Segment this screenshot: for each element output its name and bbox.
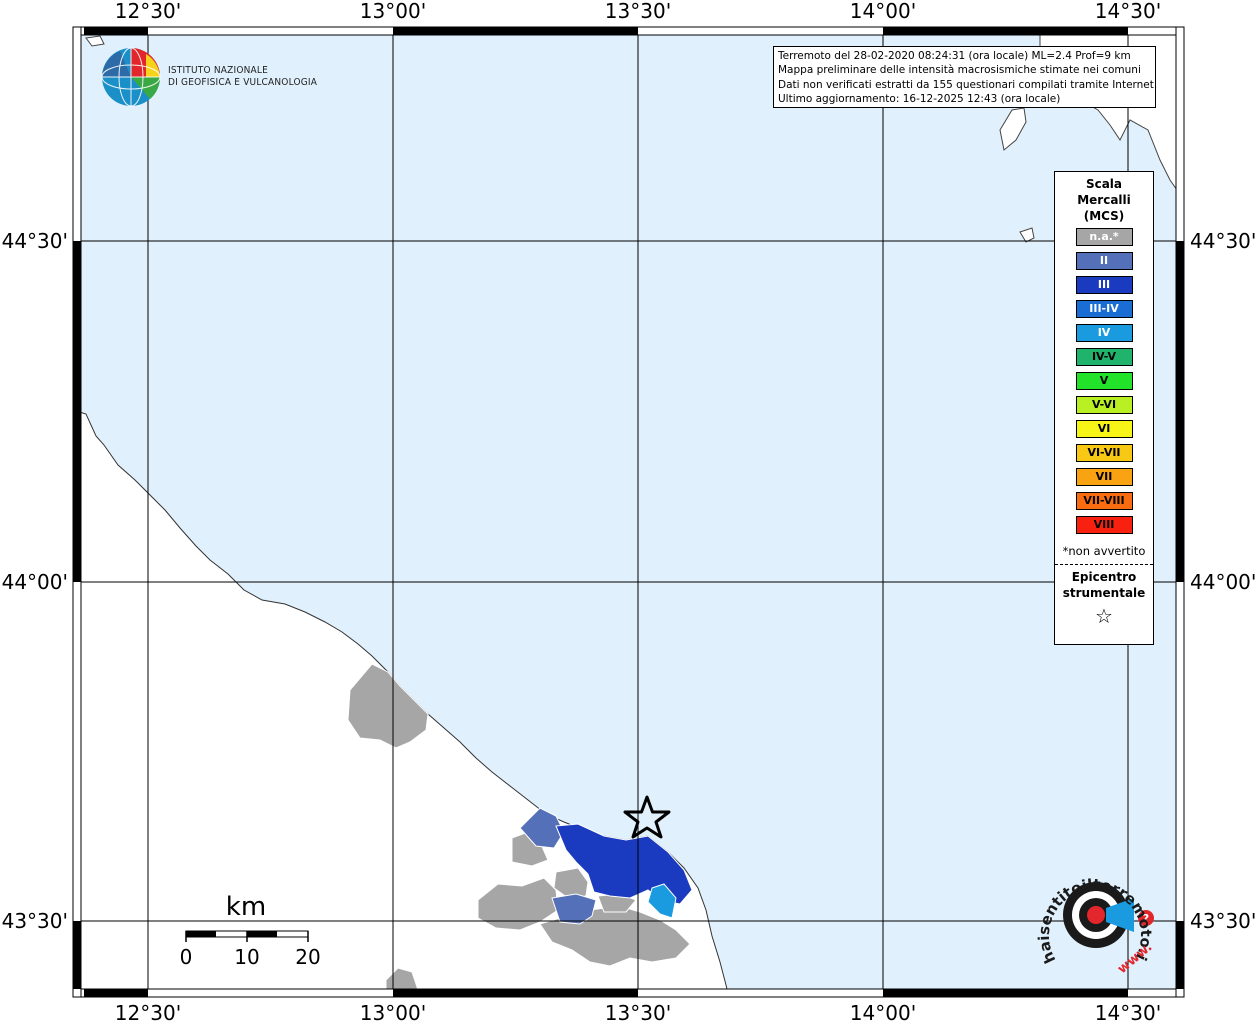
lat-label: 43°30' [2, 909, 68, 933]
haisentito-badge: ? haisentitoilterremoto.it www. [1030, 852, 1155, 977]
legend-item-n-a: n.a.* [1075, 228, 1133, 246]
lon-label: 13°00' [360, 1001, 426, 1024]
lon-labels-top: 12°30' 13°00' 13°30' 14°00' 14°30' [115, 0, 1161, 23]
legend-title: Scala Mercalli (MCS) [1055, 176, 1153, 224]
legend-epicenter-line: strumentale [1062, 586, 1146, 600]
lon-label: 14°30' [1095, 0, 1161, 23]
legend-item-vii: VII [1075, 468, 1133, 486]
scale-label: 20 [295, 945, 320, 969]
legend-separator [1055, 564, 1153, 565]
lat-label: 44°00' [1190, 570, 1256, 594]
legend-star-icon: ☆ [1095, 604, 1113, 628]
lon-labels-bottom: 12°30' 13°00' 13°30' 14°00' 14°30' [115, 1001, 1161, 1024]
legend-item-vi-vii: VI-VII [1075, 444, 1133, 462]
event-info-line: Ultimo aggiornamento: 16-12-2025 12:43 (… [778, 93, 1061, 106]
legend-item-v: V [1075, 372, 1133, 390]
mcs-legend: Scala Mercalli (MCS) n.a.* II III III-IV IV I… [1054, 171, 1154, 645]
legend-epicenter-title: Epicentro strumentale [1055, 569, 1153, 601]
legend-epicenter-line: Epicentro [1071, 570, 1137, 584]
lon-label: 14°00' [850, 1001, 916, 1024]
legend-na-note: *non avvertito [1062, 544, 1146, 558]
scale-unit: km [226, 892, 266, 922]
lat-labels-right: 44°30' 44°00' 43°30' [1190, 229, 1256, 933]
ingv-line-1: ISTITUTO NAZIONALE [168, 65, 268, 76]
lat-label: 44°30' [1190, 229, 1256, 253]
lat-label: 43°30' [1190, 909, 1256, 933]
lon-label: 13°30' [605, 1001, 671, 1024]
lat-label: 44°00' [2, 570, 68, 594]
event-info-line: Dati non verificati estratti da 155 ques… [778, 78, 1158, 91]
event-info-line: Terremoto del 28-02-2020 08:24:31 (ora l… [778, 50, 1131, 62]
scale-label: 0 [180, 945, 193, 969]
legend-item-vii-viii: VII-VIII [1075, 492, 1133, 510]
legend-title-line: Mercalli [1077, 193, 1131, 207]
lon-label: 12°30' [115, 0, 181, 23]
legend-item-v-vi: V-VI [1075, 396, 1133, 414]
legend-item-viii: VIII [1075, 516, 1133, 534]
lon-label: 13°00' [360, 0, 426, 23]
lon-label: 13°30' [605, 0, 671, 23]
ingv-line-2: DI GEOFISICA E VULCANOLOGIA [168, 77, 318, 88]
ingv-logo: ISTITUTO NAZIONALE DI GEOFISICA E VULCAN… [100, 46, 317, 108]
event-info-line: Mappa preliminare delle intensità macros… [778, 64, 1141, 77]
lon-label: 14°30' [1095, 1001, 1161, 1024]
legend-item-iv: IV [1075, 324, 1133, 342]
scale-label: 10 [234, 945, 259, 969]
ingv-globe-icon [101, 47, 161, 107]
legend-item-iii: III [1075, 276, 1133, 294]
lat-label: 44°30' [2, 229, 68, 253]
legend-item-iii-iv: III-IV [1075, 300, 1133, 318]
lat-labels-left: 44°30' 44°00' 43°30' [2, 229, 68, 933]
legend-title-line: Scala [1085, 177, 1123, 191]
legend-item-ii: II [1075, 252, 1133, 270]
legend-swatches: n.a.* II III III-IV IV IV-V V V-VI VI VI-VII VII VI… [1055, 228, 1153, 534]
legend-title-line: (MCS) [1083, 209, 1125, 223]
event-info-box: Terremoto del 28-02-2020 08:24:31 (ora l… [773, 46, 1158, 108]
legend-item-iv-v: IV-V [1075, 348, 1133, 366]
legend-item-vi: VI [1075, 420, 1133, 438]
lon-label: 12°30' [115, 1001, 181, 1024]
lon-label: 14°00' [850, 0, 916, 23]
